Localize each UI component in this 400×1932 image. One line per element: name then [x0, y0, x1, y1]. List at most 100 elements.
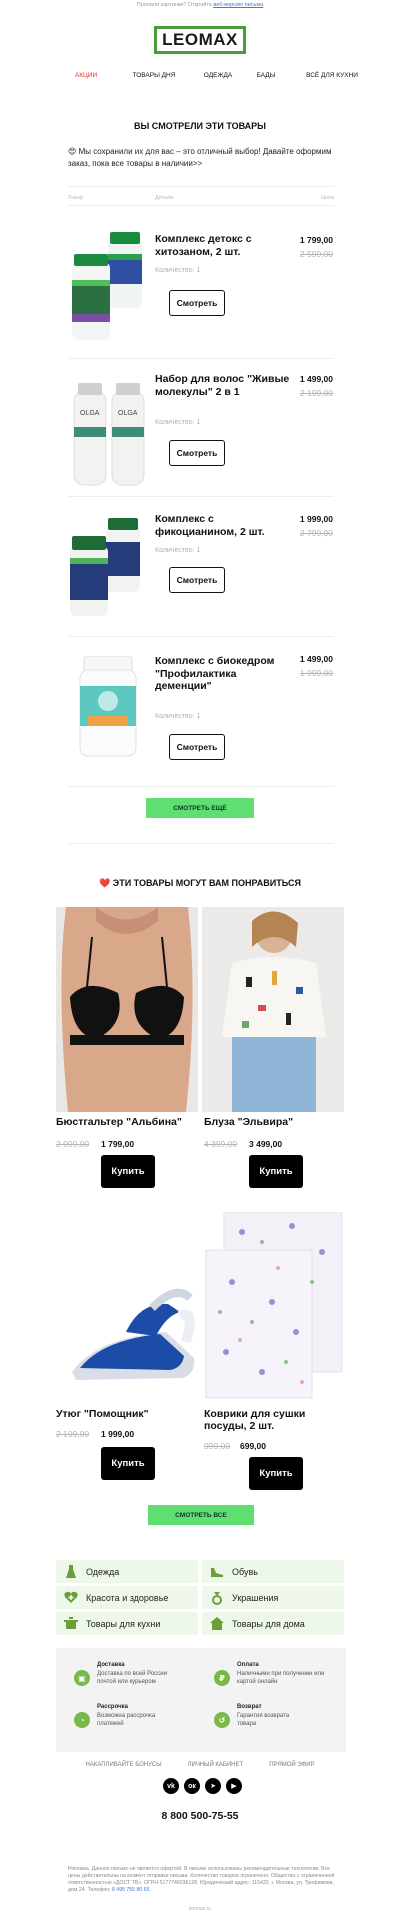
legal-body: Реклама. Данное письмо не является оферт… — [68, 1866, 335, 1893]
product-name[interactable]: Коврики для сушки посуды, 2 шт. — [204, 1408, 344, 1432]
vk-icon[interactable]: vk — [163, 1778, 179, 1794]
heart-plus-icon — [64, 1591, 78, 1605]
leomax-logo[interactable]: LEOMAX — [154, 26, 246, 54]
top-nav: АКЦИИ ТОВАРЫ ДНЯ ОДЕЖДА БАДЫ ВСЁ ДЛЯ КУХ… — [0, 72, 400, 79]
buy-button[interactable]: Купить — [101, 1155, 155, 1188]
live-link[interactable]: ПРЯМОЙ ЭФИР — [269, 1762, 314, 1768]
bonus-link[interactable]: НАКАПЛИВАЙТЕ БОНУСЫ — [85, 1762, 161, 1768]
legal-phone-link[interactable]: 8 495 755 80 65 — [112, 1887, 150, 1893]
product-old-price: 2 599,00 — [299, 249, 333, 259]
category-label: Товары для кухни — [86, 1618, 161, 1629]
product-price: 3 499,00 — [249, 1139, 283, 1149]
nav-item-day-goods[interactable]: ТОВАРЫ ДНЯ — [115, 72, 193, 79]
product-old-price: 999,00 — [204, 1441, 230, 1451]
site-domain[interactable]: leomax.ru — [0, 1906, 400, 1912]
footer-links: НАКАПЛИВАЙТЕ БОНУСЫ ЛИЧНЫЙ КАБИНЕТ ПРЯМО… — [0, 1762, 400, 1768]
info-title: Доставка — [97, 1662, 125, 1668]
product-image-bra[interactable] — [56, 907, 198, 1112]
category-clothes[interactable]: Одежда — [56, 1560, 198, 1583]
see-all-button[interactable]: СМОТРЕТЬ ВСЕ — [148, 1505, 254, 1525]
divider — [68, 186, 334, 187]
buy-button[interactable]: Купить — [101, 1447, 155, 1480]
ring-icon — [210, 1591, 224, 1605]
product-name[interactable]: Набор для волос "Живые молекулы" 2 в 1 — [155, 373, 295, 398]
info-text: Наличными при получении или картой онлай… — [237, 1671, 325, 1685]
preheader-text: Пропали картинки? Откройте — [136, 2, 214, 8]
product-old-price: 2 799,00 — [299, 528, 333, 538]
ok-icon[interactable]: ок — [184, 1778, 200, 1794]
recommend-title-text: ЭТИ ТОВАРЫ МОГУТ ВАМ ПОНРАВИТЬСЯ — [112, 878, 301, 888]
header-product: Товар — [68, 195, 83, 201]
info-title: Возврат — [237, 1704, 262, 1710]
product-image-drying-mats[interactable] — [202, 1212, 344, 1402]
divider — [68, 358, 334, 359]
product-name[interactable]: Комплекс детокс с хитозаном, 2 шт. — [155, 233, 295, 258]
product-price: 1 999,00 — [101, 1429, 135, 1439]
info-title: Рассрочка — [97, 1704, 128, 1710]
product-price: 1 499,00 — [299, 374, 333, 384]
recommend-title: ❤️ ЭТИ ТОВАРЫ МОГУТ ВАМ ПОНРАВИТЬСЯ — [0, 878, 400, 889]
svg-text:OLGA: OLGA — [80, 410, 100, 417]
product-image-iron[interactable] — [56, 1212, 198, 1402]
product-image-blouse[interactable] — [202, 907, 344, 1112]
nav-item-sales[interactable]: АКЦИИ — [57, 72, 115, 79]
product-name[interactable]: Комплекс с биокедром "Профилактика демен… — [155, 655, 295, 693]
view-button[interactable]: Смотреть — [169, 440, 225, 466]
nav-item-clothes[interactable]: ОДЕЖДА — [193, 72, 243, 79]
phone-number[interactable]: 8 800 500-75-55 — [0, 1810, 400, 1822]
product-image-phycocyanin[interactable] — [68, 518, 148, 618]
divider — [68, 205, 334, 206]
product-name[interactable]: Утюг "Помощник" — [56, 1408, 198, 1420]
product-old-price: 2 999,00 — [56, 1139, 90, 1149]
category-shoes[interactable]: Обувь — [202, 1560, 344, 1583]
buy-button[interactable]: Купить — [249, 1155, 303, 1188]
product-image-detox[interactable] — [68, 232, 148, 344]
header-price: Цена — [320, 195, 334, 201]
category-kitchen[interactable]: Товары для кухни — [56, 1612, 198, 1635]
view-button[interactable]: Смотреть — [169, 567, 225, 593]
clock-icon: ◔ — [74, 1712, 90, 1728]
category-label: Красота и здоровье — [86, 1592, 169, 1603]
preheader: Пропали картинки? Откройте веб-версию пи… — [0, 2, 400, 8]
account-link[interactable]: ЛИЧНЫЙ КАБИНЕТ — [188, 1762, 244, 1768]
nav-item-kitchen[interactable]: ВСЁ ДЛЯ КУХНИ — [289, 72, 375, 79]
category-label: Одежда — [86, 1566, 120, 1577]
category-label: Товары для дома — [232, 1618, 305, 1629]
category-beauty-health[interactable]: Красота и здоровье — [56, 1586, 198, 1609]
product-price: 699,00 — [240, 1441, 266, 1451]
view-button[interactable]: Смотреть — [169, 734, 225, 760]
info-text: Возможна рассрочка платежей — [97, 1713, 156, 1727]
see-more-button[interactable]: СМОТРЕТЬ ЕЩЁ — [146, 798, 254, 818]
divider — [68, 496, 334, 497]
legal-text: Реклама. Данное письмо не является оферт… — [68, 1866, 336, 1894]
house-icon — [210, 1617, 224, 1631]
logo-text: LEOMAX — [162, 30, 238, 49]
product-name[interactable]: Комплекс с фикоцианином, 2 шт. — [155, 513, 295, 538]
telegram-icon[interactable]: ➤ — [205, 1778, 221, 1794]
pot-icon — [64, 1617, 78, 1631]
product-price: 1 499,00 — [299, 654, 333, 664]
viewed-title: ВЫ СМОТРЕЛИ ЭТИ ТОВАРЫ — [134, 121, 266, 131]
info-text: Гарантия возврата товара — [237, 1713, 290, 1727]
web-version-link[interactable]: веб-версию письма — [213, 2, 263, 8]
view-button[interactable]: Смотреть — [169, 290, 225, 316]
category-home[interactable]: Товары для дома — [202, 1612, 344, 1635]
product-name[interactable]: Блуза "Эльвира" — [204, 1116, 344, 1128]
product-old-price: 2 199,00 — [299, 388, 333, 398]
viewed-intro: 😍 Мы сохранили их для вас – это отличный… — [68, 147, 332, 168]
divider — [68, 786, 334, 787]
product-image-hair-set[interactable]: OLGA OLGA — [70, 383, 150, 487]
youtube-icon[interactable]: ▶ — [226, 1778, 242, 1794]
product-old-price: 4 399,00 — [204, 1139, 238, 1149]
info-text: Доставка по всей России почтой или курье… — [97, 1671, 167, 1685]
buy-button[interactable]: Купить — [249, 1457, 303, 1490]
product-quantity: Количество: 1 — [155, 713, 201, 720]
nav-item-supplements[interactable]: БАДЫ — [243, 72, 289, 79]
heart-icon: ❤️ — [99, 878, 111, 888]
info-title: Оплата — [237, 1662, 259, 1668]
ruble-icon: ₽ — [214, 1670, 230, 1686]
product-image-biokedr[interactable] — [78, 656, 142, 760]
product-name[interactable]: Бюстгальтер "Альбина" — [56, 1116, 198, 1128]
category-jewelry[interactable]: Украшения — [202, 1586, 344, 1609]
category-label: Украшения — [232, 1592, 279, 1603]
